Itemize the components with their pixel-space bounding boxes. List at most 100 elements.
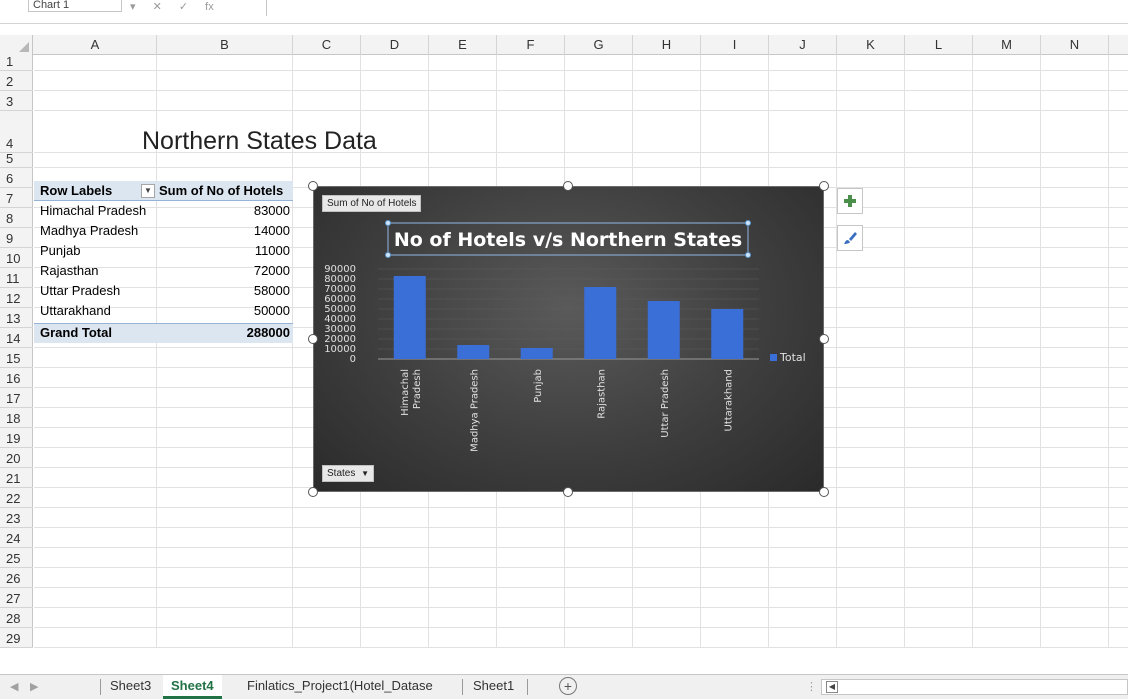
- resize-handle-top-left[interactable]: [308, 181, 318, 191]
- row-header-10[interactable]: 10: [0, 248, 33, 268]
- column-header-e[interactable]: E: [429, 35, 497, 55]
- row-header-1[interactable]: 1: [0, 54, 33, 71]
- tab-finlatics-project[interactable]: Finlatics_Project1(Hotel_Datase: [239, 675, 441, 697]
- row-header-12[interactable]: 12: [0, 288, 33, 308]
- pivot-row-value[interactable]: 11000: [190, 242, 290, 260]
- column-header-a[interactable]: A: [34, 35, 157, 55]
- row-header-19[interactable]: 19: [0, 428, 33, 448]
- pivot-row-value[interactable]: 14000: [190, 222, 290, 240]
- pivot-value-header[interactable]: Sum of No of Hotels: [159, 182, 283, 200]
- row-header-17[interactable]: 17: [0, 388, 33, 408]
- tab-sheet4[interactable]: Sheet4: [163, 675, 222, 699]
- column-header-g[interactable]: G: [565, 35, 633, 55]
- column-header-n[interactable]: N: [1041, 35, 1109, 55]
- column-header-f[interactable]: F: [497, 35, 565, 55]
- tab-sheet3[interactable]: Sheet3: [102, 675, 159, 697]
- grand-total-value[interactable]: 288000: [190, 324, 290, 342]
- row-header-4[interactable]: 4: [0, 111, 33, 153]
- paintbrush-icon: [844, 232, 857, 244]
- x-tick-label: Rajasthan: [596, 369, 607, 419]
- row-header-16[interactable]: 16: [0, 368, 33, 388]
- horizontal-scrollbar[interactable]: [821, 679, 1128, 695]
- dropdown-icon[interactable]: ▾: [130, 0, 136, 13]
- column-header-b[interactable]: B: [157, 35, 293, 55]
- column-header-m[interactable]: M: [973, 35, 1041, 55]
- add-sheet-button[interactable]: +: [559, 677, 577, 695]
- column-header-k[interactable]: K: [837, 35, 905, 55]
- column-header-c[interactable]: C: [293, 35, 361, 55]
- pivot-row-value[interactable]: 83000: [190, 202, 290, 220]
- row-header-25[interactable]: 25: [0, 548, 33, 568]
- row-header-8[interactable]: 8: [0, 208, 33, 228]
- row-header-27[interactable]: 27: [0, 588, 33, 608]
- pivot-row-label[interactable]: Punjab: [40, 242, 80, 260]
- resize-handle-bottom-left[interactable]: [308, 487, 318, 497]
- row-header-11[interactable]: 11: [0, 268, 33, 288]
- resize-handle-bottom[interactable]: [563, 487, 573, 497]
- resize-handle-top-right[interactable]: [819, 181, 829, 191]
- row-header-28[interactable]: 28: [0, 608, 33, 628]
- row-header-6[interactable]: 6: [0, 168, 33, 188]
- row-header-21[interactable]: 21: [0, 468, 33, 488]
- chart-styles-button[interactable]: [837, 225, 863, 251]
- function-icon[interactable]: fx: [205, 1, 214, 13]
- axis-field-button[interactable]: States ▼: [322, 465, 375, 482]
- split-handle-icon[interactable]: ⋮: [806, 680, 817, 693]
- grand-total-label[interactable]: Grand Total: [40, 324, 112, 342]
- column-header-l[interactable]: L: [905, 35, 973, 55]
- resize-handle-left[interactable]: [308, 334, 318, 344]
- pivot-row-value[interactable]: 72000: [190, 262, 290, 280]
- value-field-button[interactable]: Sum of No of Hotels: [322, 195, 422, 212]
- pivot-chart[interactable]: No of Hotels v/s Northern States 90000 800…: [313, 186, 824, 492]
- chart-elements-button[interactable]: [837, 188, 863, 214]
- column-gridline: [904, 55, 905, 648]
- row-header-24[interactable]: 24: [0, 528, 33, 548]
- next-sheet-icon[interactable]: ▶: [30, 680, 38, 693]
- column-header-h[interactable]: H: [633, 35, 701, 55]
- pivot-row-value[interactable]: 50000: [190, 302, 290, 320]
- prev-sheet-icon[interactable]: ◀: [10, 680, 18, 693]
- column-header-i[interactable]: I: [701, 35, 769, 55]
- row-header-15[interactable]: 15: [0, 348, 33, 368]
- row-gridline: [34, 587, 1128, 588]
- legend-swatch: [770, 354, 777, 361]
- resize-handle-top[interactable]: [563, 181, 573, 191]
- row-header-23[interactable]: 23: [0, 508, 33, 528]
- row-header-5[interactable]: 5: [0, 151, 33, 168]
- row-header-26[interactable]: 26: [0, 568, 33, 588]
- tab-sheet1[interactable]: Sheet1: [465, 675, 522, 697]
- row-header-14[interactable]: 14: [0, 328, 33, 348]
- legend-label: Total: [779, 351, 806, 364]
- row-header-13[interactable]: 13: [0, 308, 33, 328]
- cancel-icon[interactable]: ✕: [153, 0, 162, 13]
- row-header-7[interactable]: 7: [0, 188, 33, 208]
- formula-bar-icons: ▾ ✕ ✓ fx: [130, 0, 228, 13]
- bar-himachal-pradesh: [393, 276, 426, 359]
- row-header-9[interactable]: 9: [0, 228, 33, 248]
- scroll-left-icon[interactable]: ◀: [826, 681, 838, 693]
- pivot-row-label[interactable]: Rajasthan: [40, 262, 99, 280]
- row-header-2[interactable]: 2: [0, 71, 33, 91]
- pivot-row-labels-header[interactable]: Row Labels: [40, 182, 112, 200]
- sheet-title-cell[interactable]: Northern States Data: [142, 127, 377, 156]
- pivot-row-value[interactable]: 58000: [190, 282, 290, 300]
- row-header-18[interactable]: 18: [0, 408, 33, 428]
- enter-icon[interactable]: ✓: [179, 0, 188, 13]
- pivot-row-label[interactable]: Uttarakhand: [40, 302, 111, 320]
- pivot-row-label[interactable]: Himachal Pradesh: [40, 202, 146, 220]
- column-header-d[interactable]: D: [361, 35, 429, 55]
- pivot-row-label[interactable]: Uttar Pradesh: [40, 282, 120, 300]
- resize-handle-bottom-right[interactable]: [819, 487, 829, 497]
- column-header-j[interactable]: J: [769, 35, 837, 55]
- sheet-tab-bar: ◀ ▶ Sheet3 Sheet4 Finlatics_Project1(Hot…: [0, 674, 1128, 699]
- select-all-button[interactable]: [0, 35, 33, 55]
- row-labels-filter-icon[interactable]: ▼: [141, 184, 155, 198]
- row-gridline: [34, 507, 1128, 508]
- row-header-20[interactable]: 20: [0, 448, 33, 468]
- resize-handle-right[interactable]: [819, 334, 829, 344]
- row-header-29[interactable]: 29: [0, 628, 33, 648]
- row-header-3[interactable]: 3: [0, 91, 33, 111]
- name-box[interactable]: Chart 1: [28, 0, 122, 12]
- pivot-row-label[interactable]: Madhya Pradesh: [40, 222, 138, 240]
- row-header-22[interactable]: 22: [0, 488, 33, 508]
